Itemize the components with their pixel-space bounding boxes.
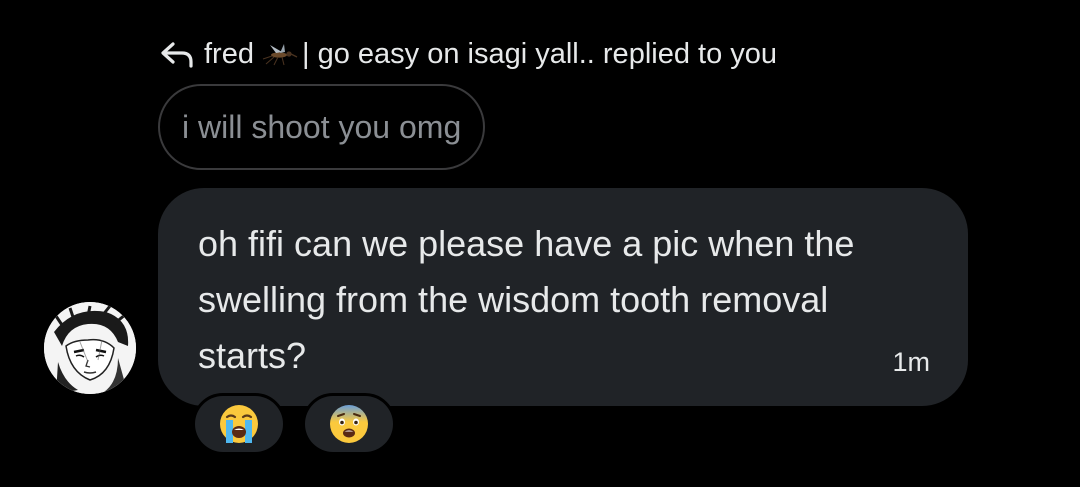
avatar-image xyxy=(44,302,136,394)
reply-context-text: | go easy on isagi yall.. replied to you xyxy=(301,37,778,70)
reply-arrow-icon xyxy=(161,42,193,68)
mosquito-icon xyxy=(262,44,298,66)
fearful-face-icon xyxy=(330,405,368,443)
reaction-loudly-crying[interactable] xyxy=(192,393,286,455)
reply-context[interactable]: fred | go easy on isagi yall.. replied t… xyxy=(160,34,777,74)
avatar[interactable] xyxy=(44,302,136,394)
message-timestamp: 1m xyxy=(892,347,930,377)
loudly-crying-face-icon xyxy=(220,405,258,443)
message-text: oh fifi can we please have a pic when th… xyxy=(198,223,855,376)
message-bubble[interactable]: oh fifi can we please have a pic when th… xyxy=(158,188,968,406)
quoted-message-text: i will shoot you omg xyxy=(182,108,462,145)
reactions-row xyxy=(192,393,396,455)
quoted-message[interactable]: i will shoot you omg xyxy=(158,84,486,170)
reaction-fearful-face[interactable] xyxy=(302,393,396,455)
reply-author-name: fred xyxy=(204,37,254,70)
